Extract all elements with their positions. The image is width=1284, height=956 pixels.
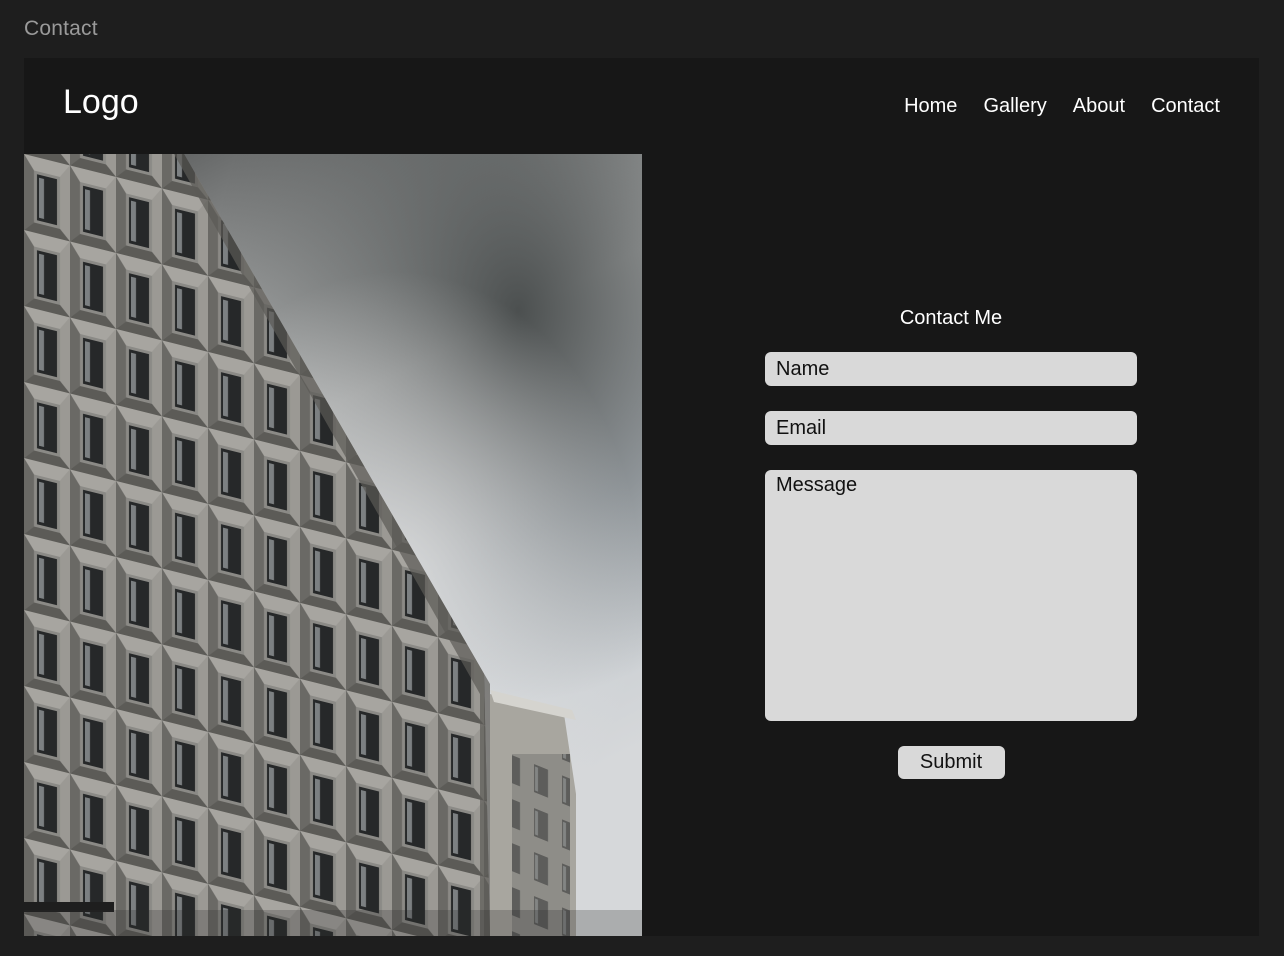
nav-link-gallery[interactable]: Gallery — [983, 94, 1046, 118]
contact-form: Contact Me Submit — [765, 304, 1137, 779]
nav-link-about[interactable]: About — [1073, 94, 1125, 118]
main-nav: Home Gallery About Contact — [904, 94, 1220, 118]
email-input[interactable] — [765, 411, 1137, 445]
website-frame: Logo Home Gallery About Contact Contact … — [24, 58, 1259, 936]
building-photo — [24, 154, 642, 936]
frame-label: Contact — [24, 17, 98, 40]
submit-wrapper: Submit — [765, 746, 1137, 779]
nav-link-contact[interactable]: Contact — [1151, 94, 1220, 118]
name-input[interactable] — [765, 352, 1137, 386]
logo[interactable]: Logo — [63, 82, 139, 122]
message-textarea[interactable] — [765, 470, 1137, 721]
nav-link-home[interactable]: Home — [904, 94, 957, 118]
submit-button[interactable]: Submit — [897, 746, 1005, 779]
contact-form-title: Contact Me — [899, 307, 1003, 329]
site-header: Logo Home Gallery About Contact — [24, 58, 1259, 154]
